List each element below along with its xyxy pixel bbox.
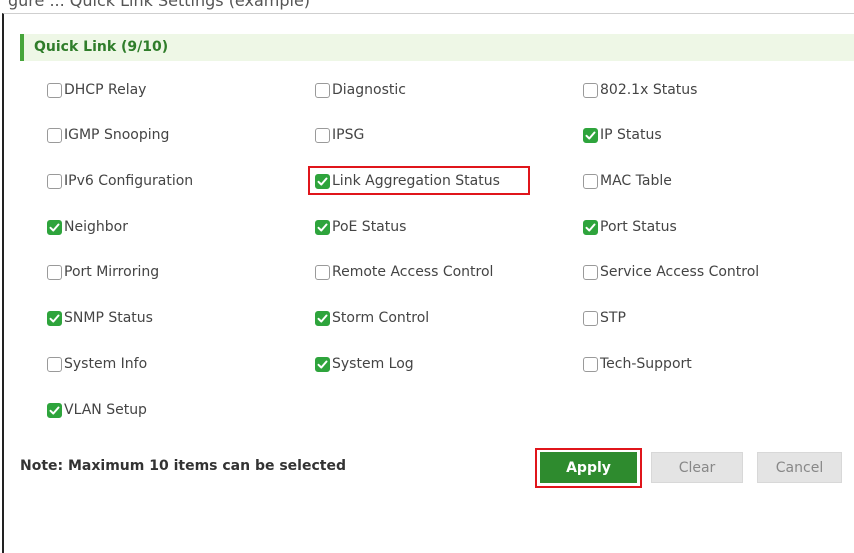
checkbox-option[interactable]: Storm Control bbox=[315, 308, 429, 328]
checkbox-option[interactable]: STP bbox=[583, 308, 626, 328]
link-aggregation-highlight-frame bbox=[308, 166, 530, 195]
figure-caption-strip: gure ... Quick Link Settings (example) bbox=[0, 0, 854, 14]
checkmark-icon bbox=[585, 131, 596, 139]
checkbox-option[interactable]: Neighbor bbox=[47, 217, 128, 237]
checkbox-checked[interactable] bbox=[315, 310, 330, 326]
checkbox-label: Port Mirroring bbox=[64, 264, 160, 280]
checkmark-icon bbox=[585, 223, 596, 231]
checkbox-option[interactable]: Service Access Control bbox=[583, 262, 759, 282]
checkmark-icon bbox=[317, 360, 328, 368]
checkbox-unchecked[interactable] bbox=[315, 127, 330, 143]
checkbox-label: SNMP Status bbox=[64, 310, 153, 326]
checkbox-option[interactable]: Port Mirroring bbox=[47, 262, 159, 282]
checkmark-icon bbox=[317, 314, 328, 322]
checkmark-icon bbox=[49, 406, 60, 414]
checkbox-option[interactable]: Tech-Support bbox=[583, 354, 692, 374]
checkbox-option[interactable]: Remote Access Control bbox=[315, 262, 493, 282]
checkbox-unchecked[interactable] bbox=[583, 82, 598, 98]
checkbox-option[interactable]: VLAN Setup bbox=[47, 400, 147, 420]
checkbox-label: System Info bbox=[64, 356, 148, 372]
checkbox-checked[interactable] bbox=[315, 356, 330, 372]
checkbox-unchecked[interactable] bbox=[583, 310, 598, 326]
checkbox-option[interactable]: Port Status bbox=[583, 217, 677, 237]
checkbox-label: PoE Status bbox=[332, 219, 407, 235]
checkbox-unchecked[interactable] bbox=[47, 264, 62, 280]
checkbox-unchecked[interactable] bbox=[47, 356, 62, 372]
checkbox-label: IGMP Snooping bbox=[64, 127, 170, 143]
checkbox-option[interactable]: IP Status bbox=[583, 125, 662, 145]
checkbox-unchecked[interactable] bbox=[583, 356, 598, 372]
checkbox-label: Remote Access Control bbox=[332, 264, 494, 280]
checkbox-label: IPv6 Configuration bbox=[64, 173, 194, 189]
checkbox-label: VLAN Setup bbox=[64, 402, 147, 418]
checkbox-checked[interactable] bbox=[315, 219, 330, 235]
checkbox-label: STP bbox=[600, 310, 626, 326]
checkbox-option[interactable]: 802.1x Status bbox=[583, 80, 697, 100]
checkbox-label: IP Status bbox=[600, 127, 662, 143]
checkbox-label: System Log bbox=[332, 356, 414, 372]
checkbox-option[interactable]: Diagnostic bbox=[315, 80, 406, 100]
checkbox-option[interactable]: IGMP Snooping bbox=[47, 125, 169, 145]
figure-caption: gure ... Quick Link Settings (example) bbox=[8, 0, 311, 10]
section-title: Quick Link (9/10) bbox=[34, 39, 169, 55]
checkbox-label: Storm Control bbox=[332, 310, 430, 326]
checkbox-checked[interactable] bbox=[47, 219, 62, 235]
section-header: Quick Link (9/10) bbox=[20, 34, 854, 61]
checkbox-label: Port Status bbox=[600, 219, 677, 235]
checkbox-unchecked[interactable] bbox=[47, 82, 62, 98]
checkbox-checked[interactable] bbox=[583, 219, 598, 235]
checkbox-checked[interactable] bbox=[583, 127, 598, 143]
checkbox-option[interactable]: IPv6 Configuration bbox=[47, 171, 193, 191]
checkmark-icon bbox=[49, 314, 60, 322]
checkbox-option[interactable]: SNMP Status bbox=[47, 308, 153, 328]
checkbox-label: IPSG bbox=[332, 127, 365, 143]
checkbox-label: 802.1x Status bbox=[600, 82, 698, 98]
checkbox-unchecked[interactable] bbox=[47, 173, 62, 189]
checkbox-unchecked[interactable] bbox=[315, 264, 330, 280]
checkbox-unchecked[interactable] bbox=[583, 264, 598, 280]
checkbox-unchecked[interactable] bbox=[583, 173, 598, 189]
checkmark-icon bbox=[49, 223, 60, 231]
apply-button[interactable]: Apply bbox=[540, 452, 637, 483]
checkbox-option[interactable]: System Info bbox=[47, 354, 147, 374]
checkbox-unchecked[interactable] bbox=[47, 127, 62, 143]
checkbox-option[interactable]: IPSG bbox=[315, 125, 364, 145]
checkbox-checked[interactable] bbox=[47, 402, 62, 418]
checkbox-label: MAC Table bbox=[600, 173, 672, 189]
checkbox-label: DHCP Relay bbox=[64, 82, 147, 98]
checkbox-label: Neighbor bbox=[64, 219, 128, 235]
checkbox-option[interactable]: PoE Status bbox=[315, 217, 406, 237]
checkbox-checked[interactable] bbox=[47, 310, 62, 326]
checkbox-option[interactable]: MAC Table bbox=[583, 171, 672, 191]
max-items-note: Note: Maximum 10 items can be selected bbox=[20, 458, 346, 474]
checkmark-icon bbox=[317, 223, 328, 231]
checkbox-label: Diagnostic bbox=[332, 82, 406, 98]
checkbox-label: Service Access Control bbox=[600, 264, 760, 280]
cancel-button[interactable]: Cancel bbox=[757, 452, 842, 483]
checkbox-label: Tech-Support bbox=[600, 356, 692, 372]
checkbox-unchecked[interactable] bbox=[315, 82, 330, 98]
checkbox-option[interactable]: DHCP Relay bbox=[47, 80, 146, 100]
checkbox-option[interactable]: System Log bbox=[315, 354, 414, 374]
clear-button[interactable]: Clear bbox=[651, 452, 743, 483]
section-accent-bar bbox=[20, 34, 24, 61]
